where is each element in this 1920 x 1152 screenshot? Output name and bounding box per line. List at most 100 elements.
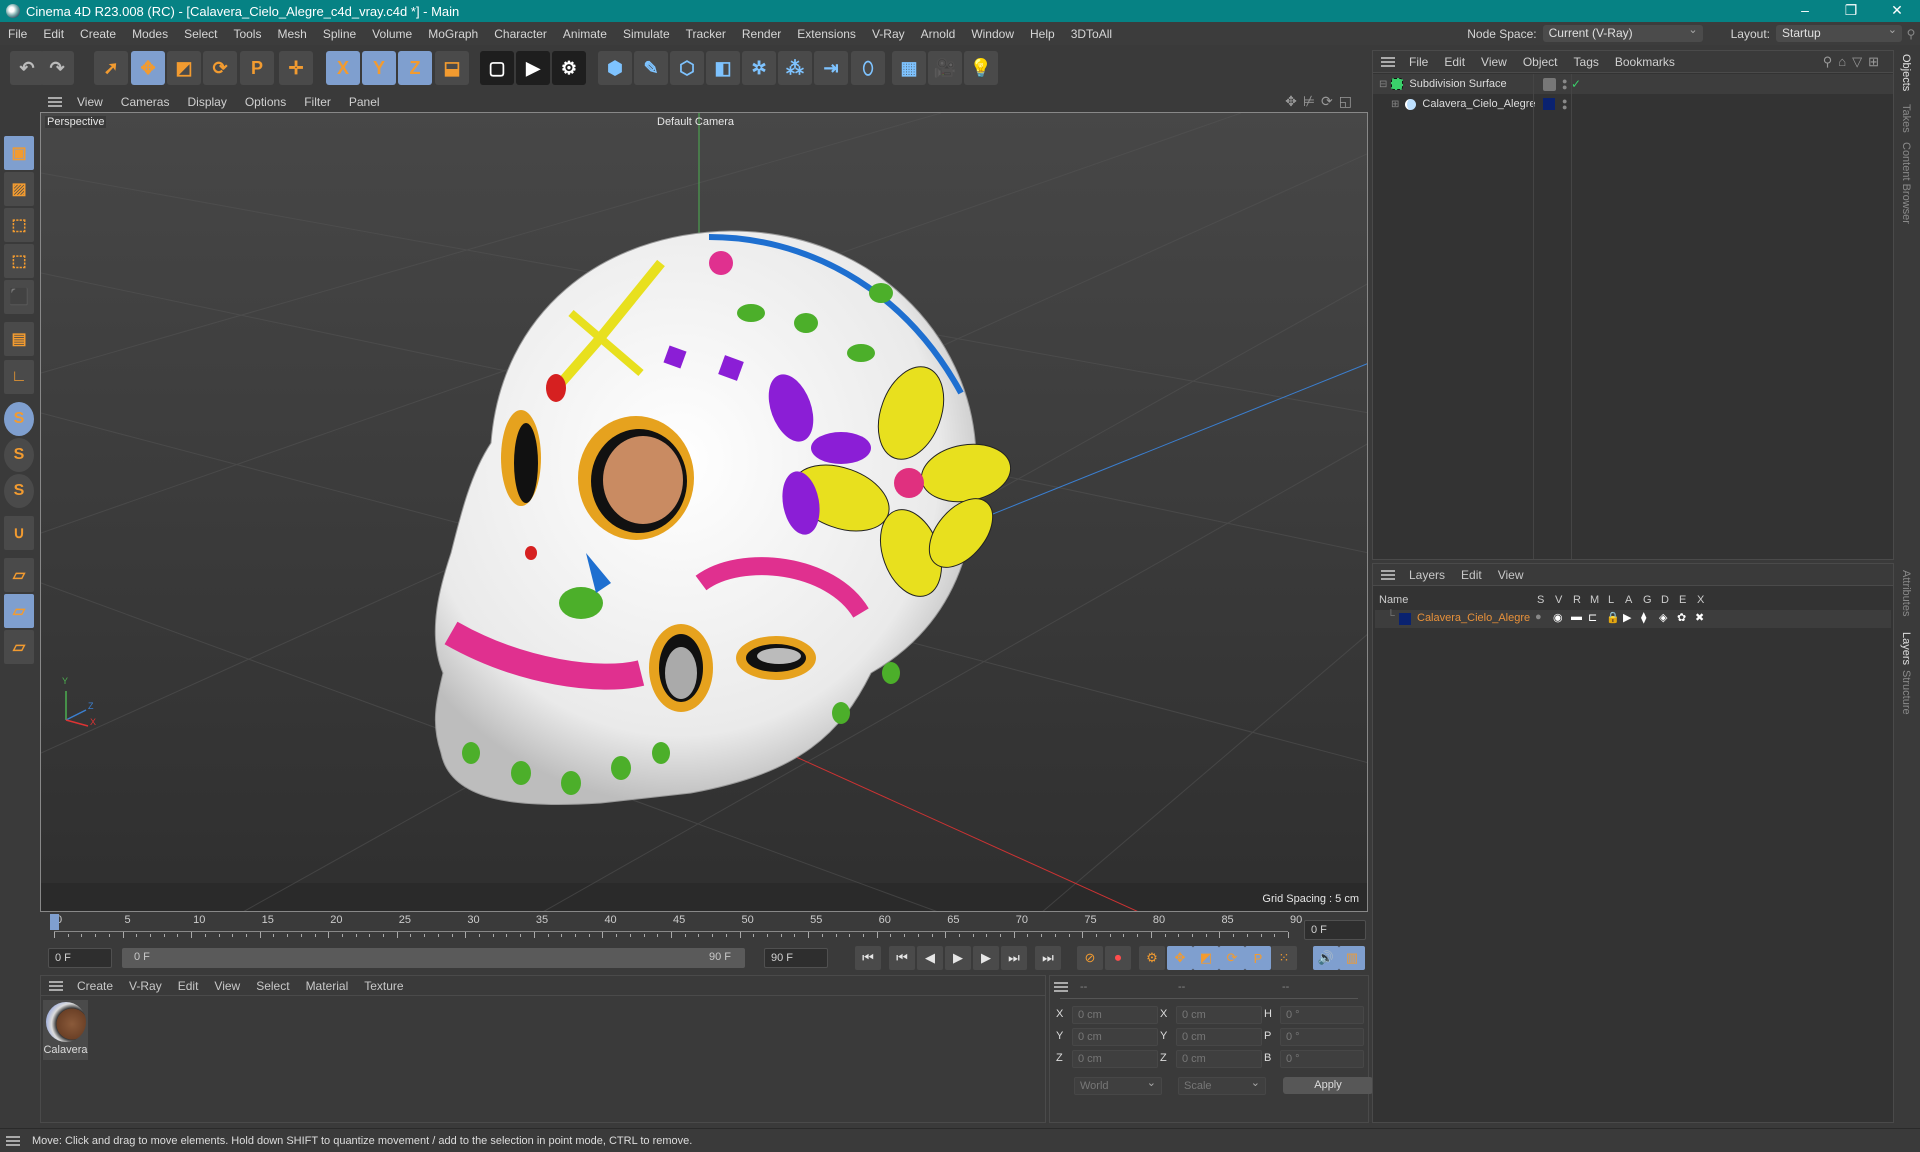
generators-icon[interactable]: ⧫ (1641, 611, 1646, 624)
layer-menu-icon[interactable] (1381, 569, 1395, 580)
visibility-dots-icon[interactable]: ● ● (1562, 97, 1567, 112)
subdivision-button[interactable]: ⬡ (670, 51, 704, 85)
camera-label[interactable]: Default Camera (657, 116, 734, 128)
layer-column-l[interactable]: L (1608, 594, 1614, 606)
sound-button[interactable]: 🔊 (1313, 946, 1339, 970)
go-to-start-button[interactable]: ⏮ (855, 946, 881, 970)
material-menu-icon[interactable] (49, 980, 63, 991)
prev-frame-button[interactable]: ◀ (917, 946, 943, 970)
render-region-button[interactable]: ▢ (480, 51, 514, 85)
redo-button[interactable]: ↷ (40, 51, 74, 85)
tab-content-browser[interactable]: Content Browser (1900, 142, 1912, 224)
key-pla-button[interactable]: ⁙ (1271, 946, 1297, 970)
viewport-menu-options[interactable]: Options (236, 95, 295, 109)
uv-mode-button[interactable]: ▤ (4, 322, 34, 356)
undo-button[interactable]: ↶ (10, 51, 44, 85)
filter-icon[interactable]: ▽ (1852, 54, 1868, 69)
menu-tracker[interactable]: Tracker (678, 27, 734, 41)
layer-column-r[interactable]: R (1573, 594, 1581, 606)
magnet-button[interactable]: ∪ (4, 516, 34, 550)
array-button[interactable]: ⁂ (778, 51, 812, 85)
go-to-end-button[interactable]: ⏭ (1035, 946, 1061, 970)
apply-button[interactable]: Apply (1283, 1077, 1373, 1094)
viewport-menu-view[interactable]: View (68, 95, 112, 109)
prev-key-button[interactable]: ⏮ (889, 946, 915, 970)
edges-mode-button[interactable]: ⬚ (4, 244, 34, 278)
menu-extensions[interactable]: Extensions (789, 27, 864, 41)
coordinate-space-dropdown[interactable]: World (1074, 1075, 1162, 1095)
tab-layers[interactable]: Layers (1900, 632, 1912, 665)
layer-color-swatch[interactable] (1543, 98, 1555, 110)
enabled-check-icon[interactable]: ✓ (1571, 77, 1581, 91)
menu-spline[interactable]: Spline (315, 27, 364, 41)
play-button[interactable]: ▶ (945, 946, 971, 970)
home-icon[interactable]: ⌂ (1838, 54, 1852, 69)
layer-column-e[interactable]: E (1679, 594, 1686, 606)
psr-button[interactable]: P (240, 51, 274, 85)
node-space-dropdown[interactable]: Current (V-Ray) (1542, 22, 1703, 42)
viewport-menu-panel[interactable]: Panel (340, 95, 389, 109)
menu-vray[interactable]: V-Ray (864, 27, 913, 41)
toggle-layout-icon[interactable]: ◱ (1339, 93, 1358, 109)
key-scale-button[interactable]: ◩ (1193, 946, 1219, 970)
layer-column-m[interactable]: M (1590, 594, 1599, 606)
menu-arnold[interactable]: Arnold (913, 27, 964, 41)
material-menu-edit[interactable]: Edit (170, 979, 207, 993)
solo-icon[interactable]: ● (1535, 611, 1542, 623)
select-button[interactable]: ➚ (94, 51, 128, 85)
snap-button[interactable]: S (4, 402, 34, 436)
coord-field[interactable]: 0 ° (1280, 1006, 1364, 1024)
rotate-view-icon[interactable]: ⟳ (1321, 93, 1339, 109)
material-menu-texture[interactable]: Texture (356, 979, 411, 993)
next-key-button[interactable]: ⏭ (1001, 946, 1027, 970)
visibility-dots-icon[interactable]: ● ● (1562, 77, 1567, 92)
edit-toggle-icon[interactable] (1543, 77, 1556, 91)
projection-label[interactable]: Perspective (45, 116, 107, 128)
viewport[interactable]: Perspective Default Camera Y Z X Grid Sp… (40, 112, 1368, 912)
z-axis-button[interactable]: Z (398, 51, 432, 85)
menu-animate[interactable]: Animate (555, 27, 615, 41)
search-icon[interactable]: ⚲ (1902, 27, 1920, 41)
minimize-button[interactable]: – (1782, 0, 1828, 22)
object-menu-edit[interactable]: Edit (1436, 55, 1473, 69)
pen-button[interactable]: ✎ (634, 51, 668, 85)
polygons-mode-button[interactable]: ⬛ (4, 280, 34, 314)
menu-render[interactable]: Render (734, 27, 789, 41)
tab-attributes[interactable]: Attributes (1900, 570, 1912, 616)
record-keys-button[interactable]: ⊘ (1077, 946, 1103, 970)
status-menu-icon[interactable] (6, 1135, 20, 1146)
layer-menu-view[interactable]: View (1490, 568, 1532, 582)
layer-column-a[interactable]: A (1625, 594, 1632, 606)
axis-mode-button[interactable]: ∟ (4, 360, 34, 394)
snap-settings-button[interactable]: S (4, 438, 34, 472)
viewport-menu-cameras[interactable]: Cameras (112, 95, 179, 109)
workplane-button[interactable]: ▱ (4, 558, 34, 592)
close-button[interactable]: ✕ (1874, 0, 1920, 22)
coord-field[interactable]: 0 cm (1176, 1006, 1262, 1024)
search-icon[interactable]: ⚲ (1823, 54, 1839, 69)
material-menu-select[interactable]: Select (248, 979, 297, 993)
start-frame-field[interactable]: 0 F (48, 948, 112, 968)
menu-mograph[interactable]: MoGraph (420, 27, 486, 41)
object-menu-tags[interactable]: Tags (1566, 55, 1607, 69)
next-frame-button[interactable]: ▶ (973, 946, 999, 970)
menu-simulate[interactable]: Simulate (615, 27, 678, 41)
coord-field[interactable]: 0 cm (1176, 1050, 1262, 1068)
transform-button[interactable]: ✛ (279, 51, 313, 85)
cube-button[interactable]: ⬢ (598, 51, 632, 85)
zoom-view-icon[interactable]: ⊭ (1303, 93, 1321, 109)
material-menu-vray[interactable]: V-Ray (121, 979, 170, 993)
menu-create[interactable]: Create (72, 27, 124, 41)
move-view-icon[interactable]: ✥ (1285, 93, 1303, 109)
key-param-button[interactable]: P (1245, 946, 1271, 970)
viewport-menu-icon[interactable] (48, 97, 62, 107)
texture-mode-button[interactable]: ▨ (4, 172, 34, 206)
expand-icon[interactable]: ⊞ (1391, 99, 1399, 110)
y-axis-button[interactable]: Y (362, 51, 396, 85)
key-position-button[interactable]: ✥ (1167, 946, 1193, 970)
menu-character[interactable]: Character (486, 27, 555, 41)
timeline-settings-button[interactable]: ▥ (1339, 946, 1365, 970)
move-button[interactable]: ✥ (131, 51, 165, 85)
tab-objects[interactable]: Objects (1900, 54, 1912, 91)
coordinate-system-button[interactable]: ⬓ (435, 51, 469, 85)
